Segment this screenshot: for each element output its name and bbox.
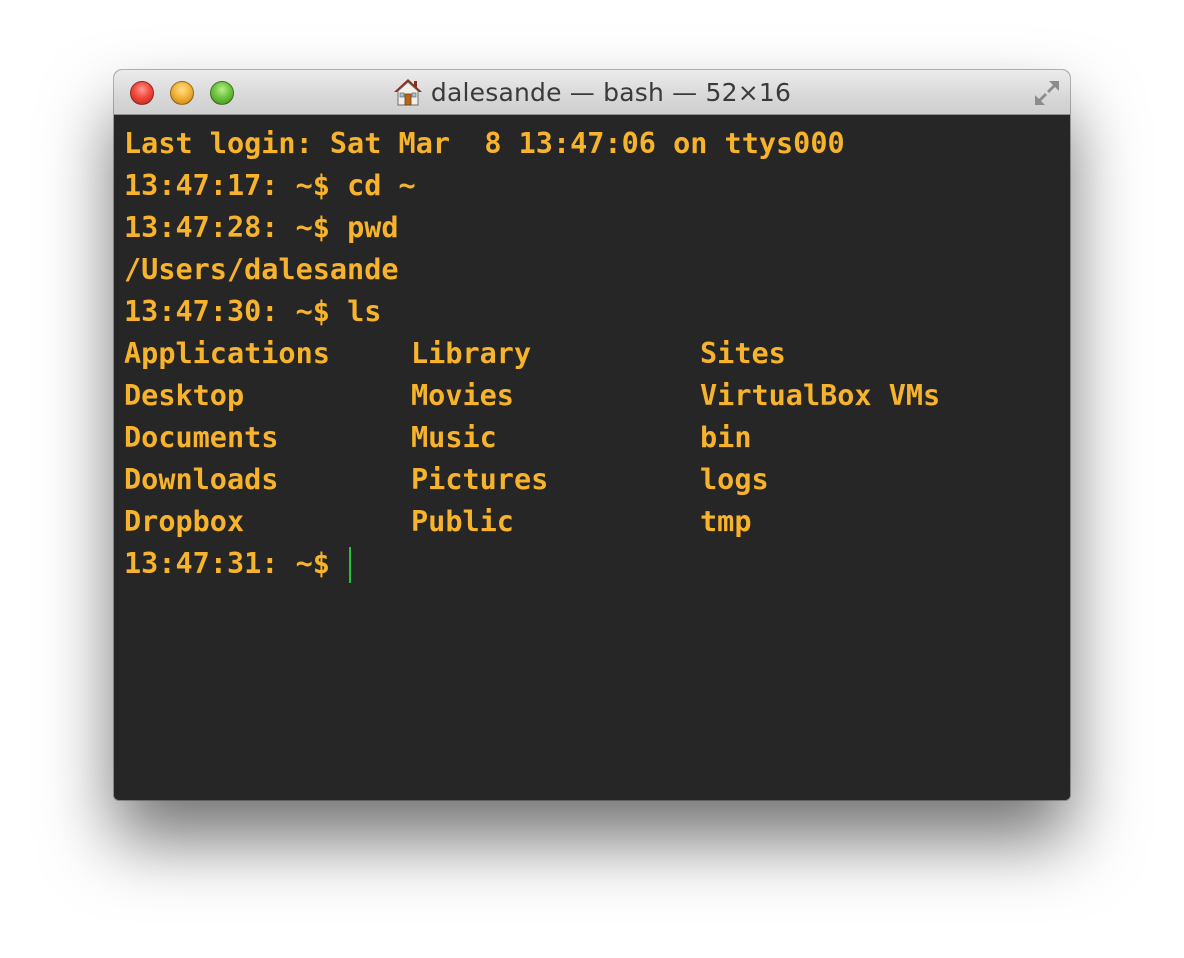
- prompt: 13:47:30: ~$: [124, 295, 348, 328]
- ls-output-row: Desktop Movies VirtualBox VMs: [124, 375, 1070, 417]
- last-login-line: Last login: Sat Mar 8 13:47:06 on ttys00…: [124, 127, 845, 160]
- ls-entry: tmp: [700, 505, 752, 538]
- ls-entry: Public: [411, 505, 514, 538]
- text-cursor: [349, 547, 352, 583]
- ls-entry: Music: [411, 421, 497, 454]
- ls-entry: Downloads: [124, 463, 279, 496]
- command: pwd: [347, 211, 399, 244]
- command-line: 13:47:30: ~$ ls: [124, 291, 1070, 333]
- ls-output-row: Dropbox Public tmp: [124, 501, 1070, 543]
- ls-entry: bin: [700, 421, 752, 454]
- ls-output-row: Documents Music bin: [124, 417, 1070, 459]
- ls-entry: VirtualBox VMs: [700, 379, 941, 412]
- command: cd ~: [347, 169, 416, 202]
- ls-entry: Movies: [411, 379, 514, 412]
- ls-entry: logs: [700, 463, 769, 496]
- ls-entry: Desktop: [124, 379, 245, 412]
- ls-entry: Library: [411, 337, 532, 370]
- command-line: 13:47:17: ~$ cd ~: [124, 165, 1070, 207]
- ls-entry: Applications: [124, 337, 330, 370]
- fullscreen-icon[interactable]: [1032, 78, 1062, 108]
- ls-entry: Dropbox: [124, 505, 245, 538]
- current-prompt-line[interactable]: 13:47:31: ~$: [124, 543, 1070, 585]
- prompt: 13:47:28: ~$: [124, 211, 348, 244]
- terminal-content[interactable]: Last login: Sat Mar 8 13:47:06 on ttys00…: [114, 115, 1070, 800]
- ls-entry: Documents: [124, 421, 279, 454]
- home-icon: [393, 79, 422, 106]
- command-line: 13:47:28: ~$ pwd: [124, 207, 1070, 249]
- ls-output-row: Applications Library Sites: [124, 333, 1070, 375]
- terminal-window: dalesande — bash — 52×16 Last login: Sat…: [114, 70, 1070, 800]
- ls-entry: Pictures: [411, 463, 549, 496]
- command: ls: [347, 295, 382, 328]
- ls-output-row: Downloads Pictures logs: [124, 459, 1070, 501]
- output-line: /Users/dalesande: [124, 253, 399, 286]
- prompt: 13:47:17: ~$: [124, 169, 348, 202]
- title-bar[interactable]: dalesande — bash — 52×16: [114, 70, 1070, 115]
- window-title-text: dalesande — bash — 52×16: [430, 77, 792, 107]
- ls-entry: Sites: [700, 337, 786, 370]
- window-title: dalesande — bash — 52×16: [114, 70, 1070, 114]
